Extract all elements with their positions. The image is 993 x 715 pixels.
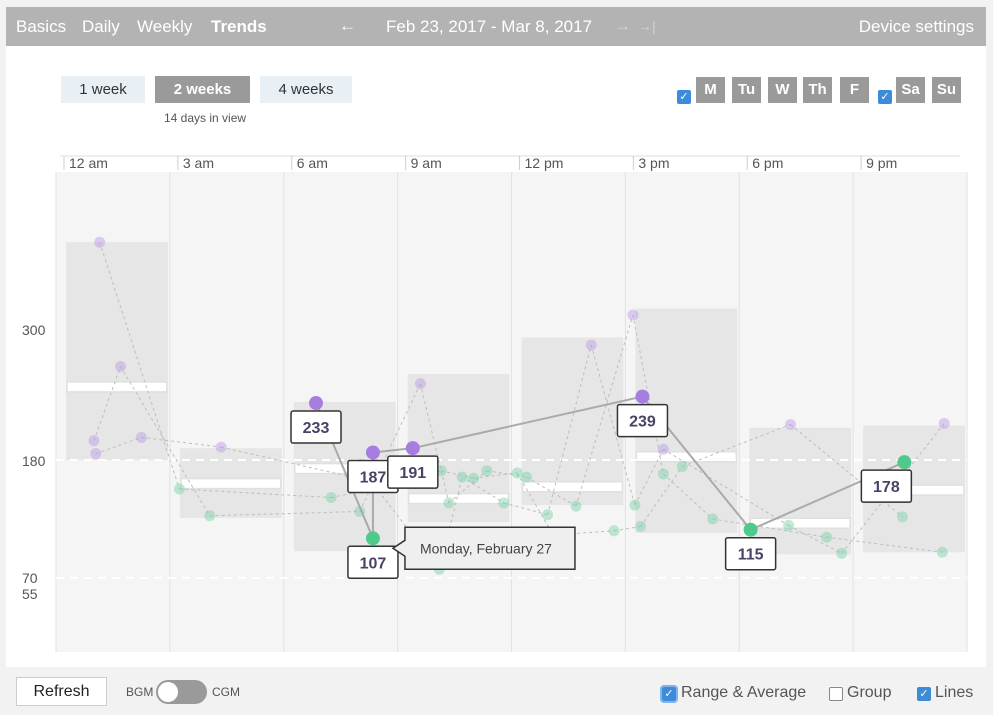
mean-bar bbox=[66, 381, 168, 393]
group-checkbox[interactable] bbox=[829, 687, 843, 701]
highlight-point bbox=[405, 441, 420, 456]
reading-point bbox=[542, 509, 554, 521]
reading-point bbox=[90, 448, 102, 460]
reading-point bbox=[456, 471, 468, 483]
trends-view: Basics Daily Weekly Trends ← Feb 23, 201… bbox=[0, 0, 993, 715]
group-label[interactable]: Group bbox=[847, 684, 891, 702]
x-tick-label: 3 am bbox=[183, 155, 214, 171]
lines-checkbox[interactable]: ✓ bbox=[917, 687, 931, 701]
reading-point bbox=[635, 521, 647, 533]
value-label-text: 233 bbox=[303, 420, 330, 437]
value-label-text: 107 bbox=[360, 555, 387, 572]
bgm-cgm-toggle[interactable] bbox=[156, 680, 207, 704]
reading-point bbox=[938, 417, 950, 429]
highlight-point bbox=[743, 522, 758, 537]
reading-point bbox=[657, 468, 669, 480]
reading-point bbox=[204, 510, 216, 522]
trends-chart: 12 am 3 am 6 am 9 am 12 pm 3 pm 6 pm 9 pm 233 187… bbox=[55, 155, 968, 652]
reading-point bbox=[173, 483, 185, 495]
x-tick-label: 6 pm bbox=[752, 155, 783, 171]
range-box bbox=[749, 427, 852, 555]
cgm-label: CGM bbox=[212, 685, 240, 699]
reading-point bbox=[836, 547, 848, 559]
reading-point bbox=[468, 472, 480, 484]
range-box bbox=[66, 242, 168, 460]
highlight-point bbox=[897, 455, 912, 470]
lines-label[interactable]: Lines bbox=[935, 684, 973, 702]
reading-point bbox=[88, 435, 100, 447]
x-tick-label: 9 am bbox=[411, 155, 442, 171]
value-label-191: 191 bbox=[387, 455, 439, 489]
range-average-checkbox[interactable]: ✓ bbox=[660, 685, 678, 703]
value-label-233: 233 bbox=[290, 410, 342, 444]
value-label-107: 107 bbox=[347, 545, 399, 580]
reading-point bbox=[821, 531, 833, 543]
reading-point bbox=[896, 511, 908, 523]
reading-point bbox=[608, 525, 620, 537]
reading-point bbox=[94, 236, 106, 248]
highlight-point bbox=[365, 445, 380, 460]
highlight-point bbox=[635, 389, 650, 404]
value-label-178: 178 bbox=[860, 469, 913, 503]
x-tick-label: 6 am bbox=[297, 155, 328, 171]
reading-point bbox=[657, 443, 669, 455]
x-tick-label: 12 pm bbox=[525, 155, 564, 171]
x-tick-label: 9 pm bbox=[866, 155, 897, 171]
reading-point bbox=[783, 519, 795, 531]
reading-point bbox=[481, 465, 493, 477]
tooltip-text: Monday, February 27 bbox=[420, 540, 552, 556]
reading-point bbox=[498, 497, 510, 509]
reading-point bbox=[676, 460, 688, 472]
x-tick-label: 12 am bbox=[69, 155, 108, 171]
value-label-text: 178 bbox=[873, 479, 900, 496]
highlight-point bbox=[365, 531, 380, 546]
reading-point bbox=[135, 431, 147, 443]
reading-point bbox=[215, 441, 227, 453]
refresh-button[interactable]: Refresh bbox=[16, 677, 107, 706]
mean-bar bbox=[180, 477, 282, 490]
toggle-knob bbox=[158, 682, 178, 702]
reading-point bbox=[414, 378, 426, 390]
reading-point bbox=[511, 467, 523, 479]
reading-point bbox=[443, 497, 455, 509]
day-tooltip: Monday, February 27 bbox=[391, 526, 576, 571]
reading-point bbox=[629, 499, 641, 511]
value-label-text: 191 bbox=[399, 465, 426, 482]
reading-point bbox=[936, 546, 948, 558]
reading-point bbox=[627, 309, 639, 321]
bgm-label: BGM bbox=[126, 685, 154, 699]
reading-point bbox=[325, 492, 337, 504]
reading-point bbox=[707, 513, 719, 525]
range-average-label[interactable]: Range & Average bbox=[681, 684, 806, 702]
value-label-text: 187 bbox=[360, 469, 387, 486]
x-tick-label: 3 pm bbox=[638, 155, 669, 171]
reading-point bbox=[115, 360, 127, 372]
value-label-239: 239 bbox=[616, 403, 669, 438]
reading-point bbox=[521, 471, 533, 483]
reading-point bbox=[784, 419, 796, 431]
value-label-text: 239 bbox=[629, 414, 656, 431]
highlight-point bbox=[309, 396, 324, 411]
value-label-115: 115 bbox=[724, 536, 777, 571]
reading-point bbox=[570, 500, 582, 512]
value-label-text: 115 bbox=[738, 547, 764, 564]
reading-point bbox=[585, 339, 597, 351]
